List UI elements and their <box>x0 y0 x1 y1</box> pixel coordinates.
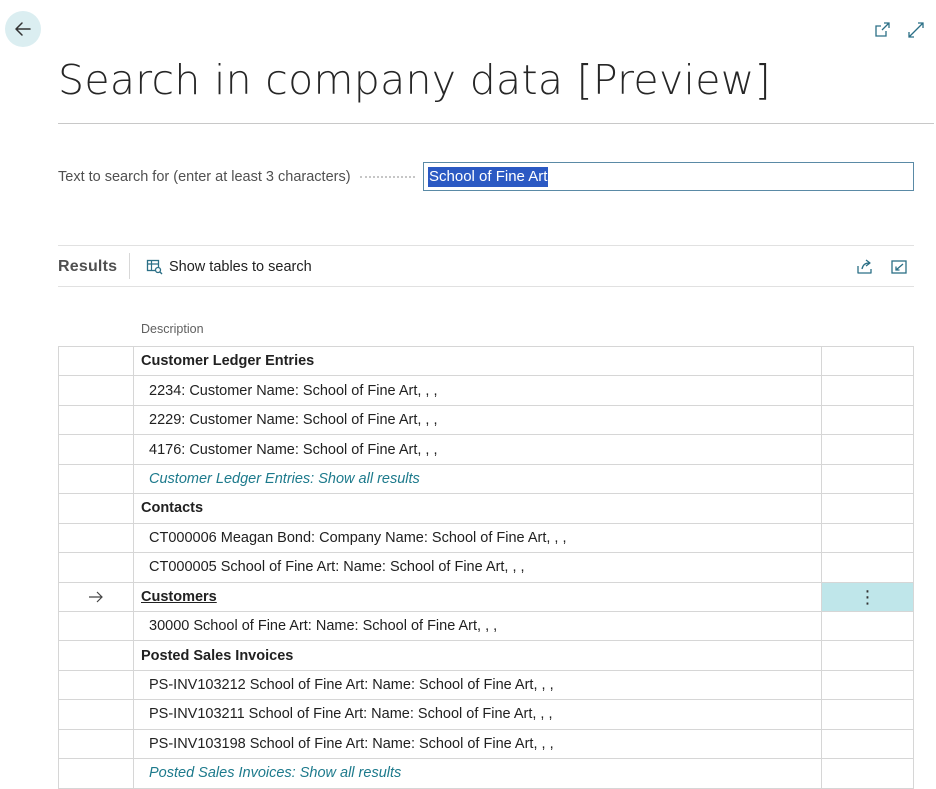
row-marker-cell <box>58 435 134 464</box>
row-action-cell <box>821 729 914 759</box>
more-vertical-icon[interactable]: ⋮ <box>859 588 877 606</box>
show-tables-button[interactable]: Show tables to search <box>146 258 312 275</box>
group-row[interactable]: Posted Sales Invoices <box>58 641 914 671</box>
row-description[interactable]: Posted Sales Invoices <box>134 641 821 669</box>
arrow-left-icon <box>15 22 31 36</box>
row-description: CT000006 Meagan Bond: Company Name: Scho… <box>149 529 567 546</box>
row-action-cell <box>821 376 914 405</box>
row-description[interactable]: Customer Ledger Entries <box>134 347 821 375</box>
row-action-cell <box>821 464 914 494</box>
results-divider-top <box>58 245 914 246</box>
results-title: Results <box>58 258 118 275</box>
row-description[interactable]: Customers <box>134 583 821 611</box>
row-marker-cell <box>58 347 134 376</box>
row-marker-cell <box>58 405 134 435</box>
show-tables-label: Show tables to search <box>169 258 312 275</box>
result-row[interactable]: 2234: Customer Name: School of Fine Art,… <box>58 376 914 406</box>
search-input-value: School of Fine Art <box>428 166 549 187</box>
title-divider <box>58 123 934 124</box>
expand-button[interactable] <box>906 20 926 40</box>
row-marker-cell <box>58 582 134 611</box>
row-marker-cell <box>58 523 134 553</box>
row-description: 2229: Customer Name: School of Fine Art,… <box>149 412 438 429</box>
row-action-cell <box>821 700 914 729</box>
row-action-cell <box>821 759 914 788</box>
row-marker-cell <box>58 729 134 759</box>
result-row[interactable]: PS-INV103212 School of Fine Art: Name: S… <box>58 670 914 701</box>
row-action-cell <box>821 435 914 464</box>
table-search-icon <box>146 259 163 275</box>
result-row[interactable]: 4176: Customer Name: School of Fine Art,… <box>58 435 914 465</box>
result-row[interactable]: 30000 School of Fine Art: Name: School o… <box>58 611 914 642</box>
share-icon <box>857 259 872 274</box>
row-description: CT000005 School of Fine Art: Name: Schoo… <box>149 559 525 576</box>
show-all-results-row[interactable]: Customer Ledger Entries: Show all result… <box>58 464 914 495</box>
results-separator <box>129 253 130 279</box>
row-action-cell: ⋮ <box>821 582 914 611</box>
row-marker-cell <box>58 376 134 405</box>
group-row[interactable]: Customer Ledger Entries <box>58 347 914 377</box>
focus-mode-button[interactable] <box>890 258 908 276</box>
row-marker-cell <box>58 494 134 523</box>
row-description: PS-INV103212 School of Fine Art: Name: S… <box>149 677 554 694</box>
arrow-right-icon <box>89 591 103 603</box>
row-description: 30000 School of Fine Art: Name: School o… <box>149 618 498 635</box>
results-grid: Customer Ledger Entries 2234: Customer Na… <box>58 346 914 789</box>
row-action-cell <box>821 553 914 582</box>
row-action-cell <box>821 670 914 700</box>
show-all-results-link[interactable]: Customer Ledger Entries: Show all result… <box>134 465 821 493</box>
row-action-cell <box>821 405 914 435</box>
focus-mode-icon <box>891 260 907 274</box>
row-marker-cell <box>58 553 134 582</box>
row-action-cell <box>821 611 914 641</box>
group-row[interactable]: Contacts <box>58 494 914 524</box>
row-description: 2234: Customer Name: School of Fine Art,… <box>149 382 438 399</box>
expand-icon <box>908 22 924 38</box>
label-leader-dots <box>360 168 415 178</box>
show-all-results-link[interactable]: Posted Sales Invoices: Show all results <box>134 759 821 787</box>
row-marker-cell <box>58 641 134 670</box>
row-description[interactable]: Contacts <box>134 494 821 522</box>
row-marker-cell <box>58 759 134 788</box>
result-row[interactable]: PS-INV103198 School of Fine Art: Name: S… <box>58 729 914 760</box>
share-button[interactable] <box>856 258 874 276</box>
open-in-new-window-button[interactable] <box>872 20 892 40</box>
group-row[interactable]: Customers ⋮ <box>58 582 914 612</box>
column-header-description[interactable]: Description <box>141 322 204 336</box>
result-row[interactable]: 2229: Customer Name: School of Fine Art,… <box>58 405 914 436</box>
open-in-new-window-icon <box>875 22 890 37</box>
results-divider-bottom <box>58 286 914 287</box>
page-title: Search in company data [Preview] <box>58 56 771 104</box>
result-row[interactable]: CT000006 Meagan Bond: Company Name: Scho… <box>58 523 914 554</box>
result-row[interactable]: PS-INV103211 School of Fine Art: Name: S… <box>58 700 914 730</box>
back-button[interactable] <box>5 11 41 47</box>
row-marker-cell <box>58 670 134 700</box>
result-row[interactable]: CT000005 School of Fine Art: Name: Schoo… <box>58 553 914 583</box>
row-description: PS-INV103198 School of Fine Art: Name: S… <box>149 735 554 752</box>
row-action-cell <box>821 523 914 553</box>
row-description: 4176: Customer Name: School of Fine Art,… <box>149 441 438 458</box>
row-marker-cell <box>58 611 134 641</box>
show-all-results-row[interactable]: Posted Sales Invoices: Show all results <box>58 759 914 789</box>
row-description: PS-INV103211 School of Fine Art: Name: S… <box>149 706 553 723</box>
row-marker-cell <box>58 700 134 729</box>
row-action-cell <box>821 347 914 376</box>
row-action-cell <box>821 494 914 523</box>
row-action-cell <box>821 641 914 670</box>
row-marker-cell <box>58 464 134 494</box>
search-label: Text to search for (enter at least 3 cha… <box>58 169 351 185</box>
search-input[interactable]: School of Fine Art <box>423 162 914 191</box>
